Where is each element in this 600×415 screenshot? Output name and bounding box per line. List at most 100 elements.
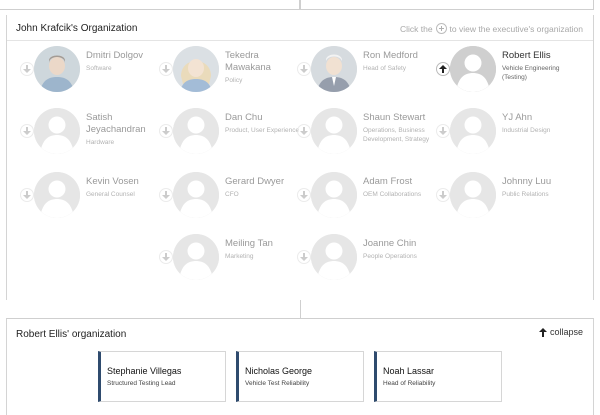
plus-circle-icon — [435, 23, 447, 34]
person-role: Hardware — [86, 139, 115, 146]
expand-org-button[interactable] — [436, 124, 450, 138]
person-card[interactable]: Kevin Vosen General Counsel — [20, 172, 160, 224]
reports-panel-title: Robert Ellis' organization — [16, 329, 127, 340]
person-role: Public Relations — [502, 191, 549, 198]
person-card[interactable]: Dan Chu Product, User Experience — [159, 108, 299, 160]
person-card[interactable]: Adam Frost OEM Collaborations — [297, 172, 437, 224]
person-role: Software — [86, 65, 112, 72]
arrow-down-icon — [300, 127, 308, 135]
collapse-org-button[interactable] — [436, 62, 450, 76]
arrow-down-icon — [162, 191, 170, 199]
avatar — [173, 108, 219, 154]
report-name: Nicholas George — [245, 366, 313, 376]
person-card[interactable]: YJ Ahn Industrial Design — [436, 108, 576, 160]
expand-org-button[interactable] — [297, 250, 311, 264]
expand-org-button[interactable] — [297, 188, 311, 202]
person-name: YJ Ahn — [502, 112, 533, 123]
avatar — [450, 172, 496, 218]
arrow-down-icon — [162, 65, 170, 73]
org-connector-right — [300, 0, 594, 10]
expand-org-button[interactable] — [20, 188, 34, 202]
org-panel-title: John Krafcik's Organization — [16, 23, 138, 34]
avatar — [450, 108, 496, 154]
expand-org-button[interactable] — [159, 62, 173, 76]
person-name: Kevin Vosen — [86, 176, 139, 187]
person-name: Joanne Chin — [363, 238, 417, 249]
report-card[interactable]: Nicholas George Vehicle Test Reliability — [236, 351, 364, 402]
collapse-label: collapse — [549, 327, 583, 337]
expand-org-button[interactable] — [159, 250, 173, 264]
person-name: Tekedra Mawakana — [225, 50, 271, 73]
arrow-down-icon — [300, 191, 308, 199]
arrow-down-icon — [162, 127, 170, 135]
reports-connector — [300, 300, 301, 318]
org-panel-hint: Click the to view the executive's organi… — [400, 23, 583, 34]
report-card[interactable]: Noah Lassar Head of Reliability — [374, 351, 502, 402]
avatar — [311, 172, 357, 218]
expand-org-button[interactable] — [297, 62, 311, 76]
arrow-down-icon — [439, 127, 447, 135]
person-role: Operations, Business Development, Strate… — [363, 127, 430, 143]
person-card[interactable]: Joanne Chin People Operations — [297, 234, 437, 286]
avatar — [173, 46, 219, 92]
person-name: Dmitri Dolgov — [86, 50, 144, 61]
report-card[interactable]: Stephanie Villegas Structured Testing Le… — [98, 351, 226, 402]
arrow-down-icon — [162, 253, 170, 261]
person-card[interactable]: Robert Ellis Vehicle Engineering (Testing… — [436, 46, 576, 98]
report-role: Vehicle Test Reliability — [245, 380, 310, 387]
report-name: Noah Lassar — [383, 366, 435, 376]
person-role: General Counsel — [86, 191, 135, 198]
person-role: Industrial Design — [502, 127, 551, 134]
person-role: Head of Safety — [363, 65, 406, 72]
avatar — [311, 234, 357, 280]
hint-text-before: Click the — [399, 23, 433, 34]
avatar — [311, 46, 357, 92]
avatar — [450, 46, 496, 92]
collapse-button[interactable]: collapse — [538, 327, 583, 337]
expand-org-button[interactable] — [20, 62, 34, 76]
person-name: Ron Medford — [363, 50, 418, 61]
arrow-down-icon — [439, 191, 447, 199]
person-role: OEM Collaborations — [363, 191, 422, 198]
avatar — [173, 172, 219, 218]
arrow-down-icon — [300, 65, 308, 73]
person-role: People Operations — [363, 253, 417, 260]
person-card[interactable]: Shaun Stewart Operations, Business Develo… — [297, 108, 437, 160]
avatar — [173, 234, 219, 280]
person-card[interactable]: Gerard Dwyer CFO — [159, 172, 299, 224]
person-role: Vehicle Engineering (Testing) — [502, 65, 560, 81]
expand-org-button[interactable] — [436, 188, 450, 202]
person-card[interactable]: Tekedra Mawakana Policy — [159, 46, 299, 98]
person-name: Adam Frost — [363, 176, 413, 187]
person-card[interactable]: Ron Medford Head of Safety — [297, 46, 437, 98]
arrow-down-icon — [23, 191, 31, 199]
avatar — [34, 108, 80, 154]
expand-org-button[interactable] — [297, 124, 311, 138]
person-role: CFO — [225, 191, 239, 198]
org-connector-left — [0, 0, 300, 10]
person-name: Shaun Stewart — [363, 112, 426, 123]
arrow-down-icon — [23, 65, 31, 73]
person-name: Meiling Tan — [225, 238, 273, 249]
org-panel-header: John Krafcik's Organization Click the to… — [7, 15, 593, 41]
report-role: Structured Testing Lead — [107, 380, 176, 387]
person-name: Robert Ellis — [502, 50, 551, 61]
person-name: Dan Chu — [225, 112, 263, 123]
person-card[interactable]: Dmitri Dolgov Software — [20, 46, 160, 98]
hint-text-after: to view the executive's organization — [449, 23, 583, 34]
arrow-up-icon — [538, 327, 547, 337]
person-card[interactable]: Johnny Luu Public Relations — [436, 172, 576, 224]
person-name: Gerard Dwyer — [225, 176, 285, 187]
person-name: Satish Jeyachandran — [86, 112, 146, 135]
expand-org-button[interactable] — [159, 188, 173, 202]
arrow-down-icon — [23, 127, 31, 135]
expand-org-button[interactable] — [20, 124, 34, 138]
expand-org-button[interactable] — [159, 124, 173, 138]
arrow-down-icon — [300, 253, 308, 261]
person-card[interactable]: Satish Jeyachandran Hardware — [20, 108, 160, 160]
reports-panel: Robert Ellis' organization collapse Step… — [6, 318, 594, 415]
person-role: Policy — [225, 77, 243, 84]
person-card[interactable]: Meiling Tan Marketing — [159, 234, 299, 286]
avatar — [311, 108, 357, 154]
report-role: Head of Reliability — [383, 380, 436, 387]
